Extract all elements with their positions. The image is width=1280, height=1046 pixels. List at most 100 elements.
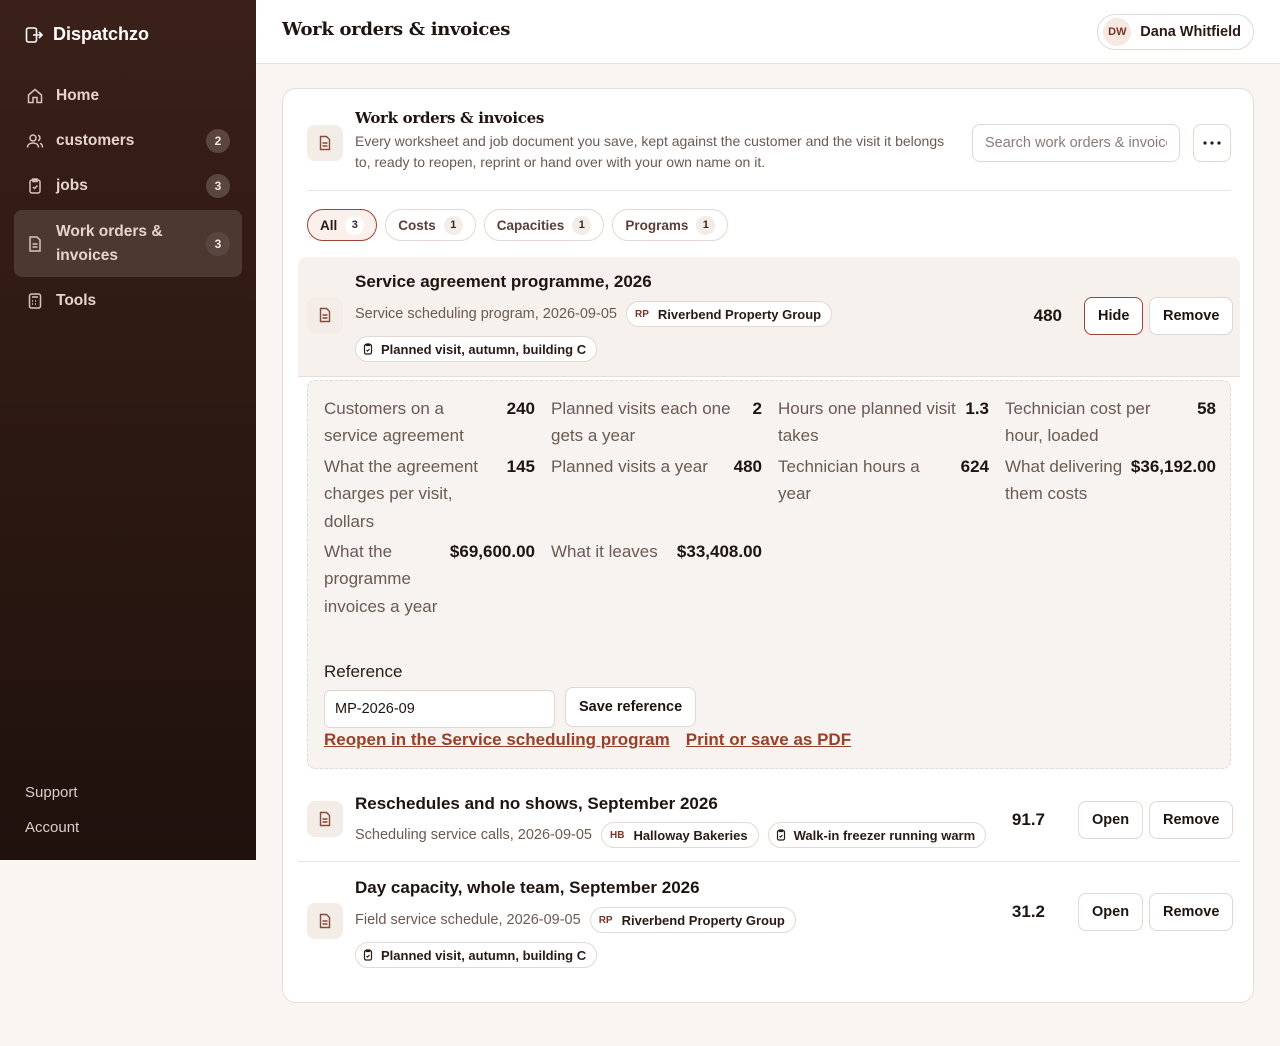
job-name: Planned visit, autumn, building C [381, 341, 587, 357]
sidebar-item-jobs[interactable]: jobs 3 [14, 164, 242, 208]
sidebar: Dispatchzo Home customers 2 jobs 3 Work … [0, 0, 256, 860]
reopen-link[interactable]: Reopen in the Service scheduling program [324, 730, 670, 750]
metric: Hours one planned visit takes 1.3 [778, 395, 989, 450]
metric: What the programme invoices a year $69,60… [324, 538, 535, 620]
tab-label: Programs [625, 217, 689, 233]
tab-costs[interactable]: Costs 1 [385, 209, 476, 241]
remove-button[interactable]: Remove [1149, 801, 1234, 839]
job-chip[interactable]: Walk-in freezer running warm [767, 822, 987, 848]
job-chip[interactable]: Planned visit, autumn, building C [355, 336, 598, 362]
customer-chip[interactable]: HB Halloway Bakeries [600, 822, 759, 848]
metric-label: Customers on a service agreement [324, 399, 464, 446]
record-title: Day capacity, whole team, September 2026 [355, 878, 700, 897]
page-title: Work orders & invoices [282, 19, 511, 40]
metric: Planned visits each one gets a year 2 [551, 395, 762, 450]
tab-all[interactable]: All 3 [307, 209, 378, 241]
customer-name: Riverbend Property Group [621, 912, 785, 928]
sidebar-item-tools[interactable]: Tools [14, 279, 242, 323]
record-job: Planned visit, autumn, building C [355, 336, 598, 362]
customer-chip[interactable]: RP Riverbend Property Group [625, 301, 833, 327]
metric-value: 145 [506, 456, 535, 476]
user-name: Dana Whitfield [1140, 24, 1241, 40]
metric-label: Hours one planned visit takes [778, 399, 956, 446]
save-reference-button[interactable]: Save reference [565, 687, 697, 727]
record-value: 480 [1033, 306, 1062, 325]
customer-initials: RP [634, 308, 649, 320]
document-badge [307, 801, 343, 837]
clipboard-icon [363, 949, 373, 961]
record-source: Service scheduling program, 2026-09-05 [355, 306, 617, 322]
metric-value: 624 [960, 456, 989, 476]
work-orders-card: Work orders & invoices Every worksheet a… [282, 88, 1254, 1003]
metric: What delivering them costs $36,192.00 [1005, 453, 1216, 535]
tab-label: Costs [398, 217, 436, 233]
record-value: 31.2 [1011, 902, 1045, 921]
tab-programs[interactable]: Programs 1 [612, 209, 729, 241]
customer-initials: RP [598, 914, 613, 926]
card-title: Work orders & invoices [355, 109, 544, 127]
customer-name: Riverbend Property Group [657, 306, 822, 322]
count-badge: 3 [206, 174, 230, 198]
metric-label: Technician cost per hour, loaded [1005, 399, 1151, 446]
metric-label: What delivering them costs [1005, 456, 1123, 504]
topbar: Work orders & invoices DW Dana Whitfield [256, 0, 1280, 64]
account-link[interactable]: Account [25, 817, 79, 852]
brand[interactable]: Dispatchzo [24, 24, 149, 45]
list-item: Service agreement programme, 2026 Servic… [298, 257, 1240, 377]
metric-label: Planned visits each one gets a year [551, 399, 731, 446]
avatar: DW [1103, 18, 1132, 46]
metric: Technician hours a year 624 [778, 453, 989, 535]
metric: What the agreement charges per visit, do… [324, 453, 535, 535]
record-links: Reopen in the Service scheduling program… [324, 730, 851, 750]
document-icon [29, 235, 41, 252]
sidebar-item-label: Home [56, 87, 100, 104]
support-link[interactable]: Support [25, 782, 79, 817]
document-icon [319, 811, 331, 827]
job-chip[interactable]: Planned visit, autumn, building C [355, 942, 598, 968]
sidebar-footer: Support Account [25, 782, 79, 852]
count-badge: 3 [206, 231, 230, 256]
reference-input[interactable] [324, 690, 555, 728]
customer-chip[interactable]: RP Riverbend Property Group [589, 907, 796, 933]
remove-button[interactable]: Remove [1149, 893, 1234, 931]
list-item: Day capacity, whole team, September 2026… [298, 862, 1240, 974]
open-button[interactable]: Open [1078, 801, 1144, 839]
tab-count: 1 [443, 215, 463, 235]
record-meta: Field service schedule, 2026-09-05 RP Riv… [355, 907, 796, 933]
metric: Planned visits a year 480 [551, 453, 762, 535]
metric-label: Technician hours a year [778, 456, 920, 504]
tab-count: 3 [345, 215, 365, 235]
users-icon [26, 134, 44, 148]
user-menu[interactable]: DW Dana Whitfield [1097, 14, 1254, 50]
metric-value: $36,192.00 [1130, 456, 1216, 476]
metric-value: 2 [752, 399, 762, 418]
record-source: Scheduling service calls, 2026-09-05 [355, 827, 592, 843]
record-meta: Service scheduling program, 2026-09-05 R… [355, 301, 833, 327]
hide-button[interactable]: Hide [1084, 297, 1144, 335]
sidebar-item-work-orders[interactable]: Work orders & invoices 3 [14, 210, 242, 277]
sidebar-item-customers[interactable]: customers 2 [14, 119, 242, 163]
open-button[interactable]: Open [1078, 893, 1144, 931]
metric-label: What it leaves [551, 542, 658, 562]
more-options-button[interactable] [1193, 124, 1231, 162]
clipboard-icon [363, 343, 373, 355]
list-item: Reschedules and no shows, September 2026… [298, 779, 1240, 862]
document-badge [307, 903, 343, 939]
tab-label: Capacities [496, 217, 565, 233]
sidebar-item-home[interactable]: Home [14, 74, 242, 118]
remove-button[interactable]: Remove [1149, 297, 1234, 335]
document-badge [307, 297, 343, 333]
record-source: Field service schedule, 2026-09-05 [355, 912, 581, 928]
document-icon [319, 135, 331, 151]
tab-capacities[interactable]: Capacities 1 [483, 209, 605, 241]
clipboard-icon [29, 178, 41, 194]
sidebar-item-label: Work orders & invoices [56, 222, 163, 264]
sidebar-item-label: customers [56, 132, 135, 149]
search-input[interactable] [972, 124, 1180, 162]
count-badge: 2 [206, 129, 230, 153]
print-link[interactable]: Print or save as PDF [686, 730, 851, 750]
calculator-icon [28, 293, 42, 309]
document-icon [319, 913, 331, 929]
filter-tabs: All 3 Costs 1 Capacities 1 Programs 1 [307, 209, 729, 241]
metric-value: 480 [733, 456, 762, 476]
